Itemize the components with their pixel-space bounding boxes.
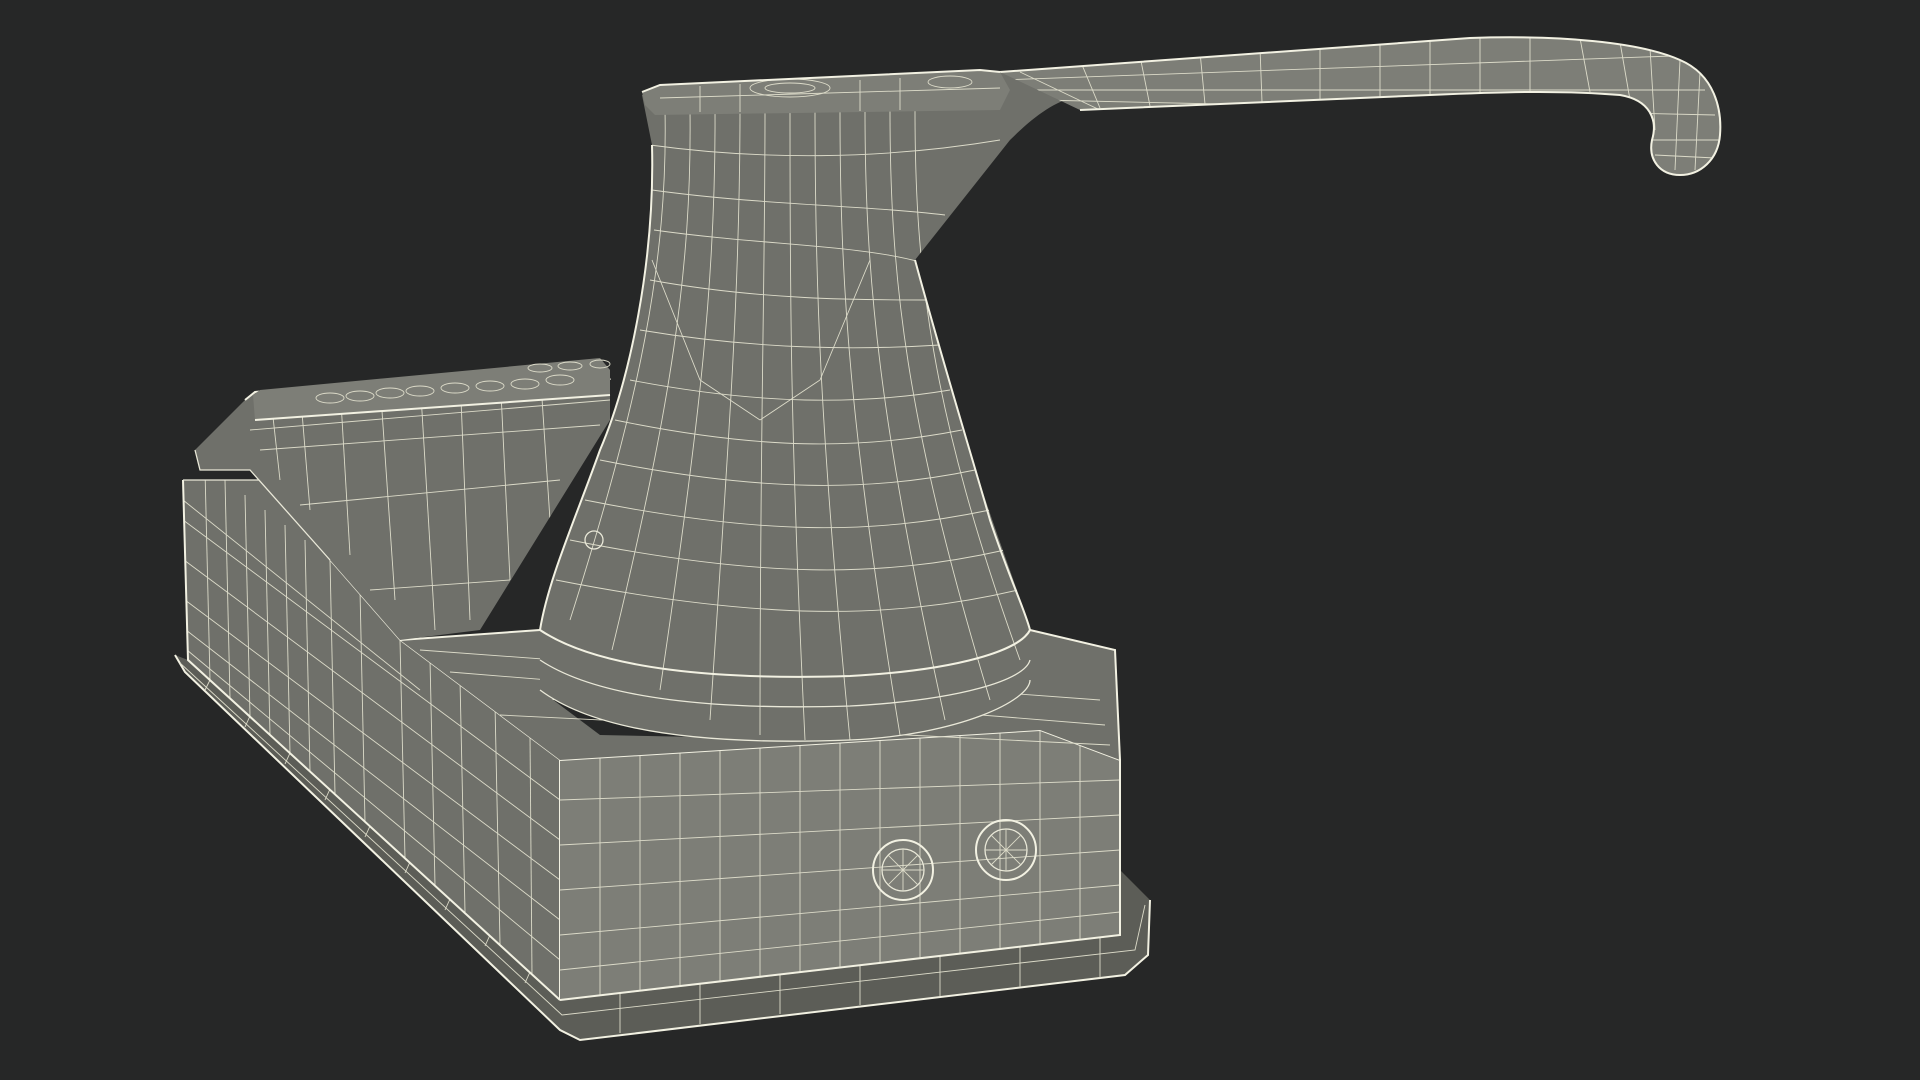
lever-arm bbox=[999, 36, 1722, 177]
front-button-left bbox=[872, 839, 934, 901]
render-viewport bbox=[0, 0, 1920, 1080]
handle-neck bbox=[539, 72, 1080, 742]
wireframe-render bbox=[174, 36, 1722, 1042]
handle-top-cap bbox=[641, 68, 1010, 115]
front-button-right bbox=[975, 819, 1037, 881]
